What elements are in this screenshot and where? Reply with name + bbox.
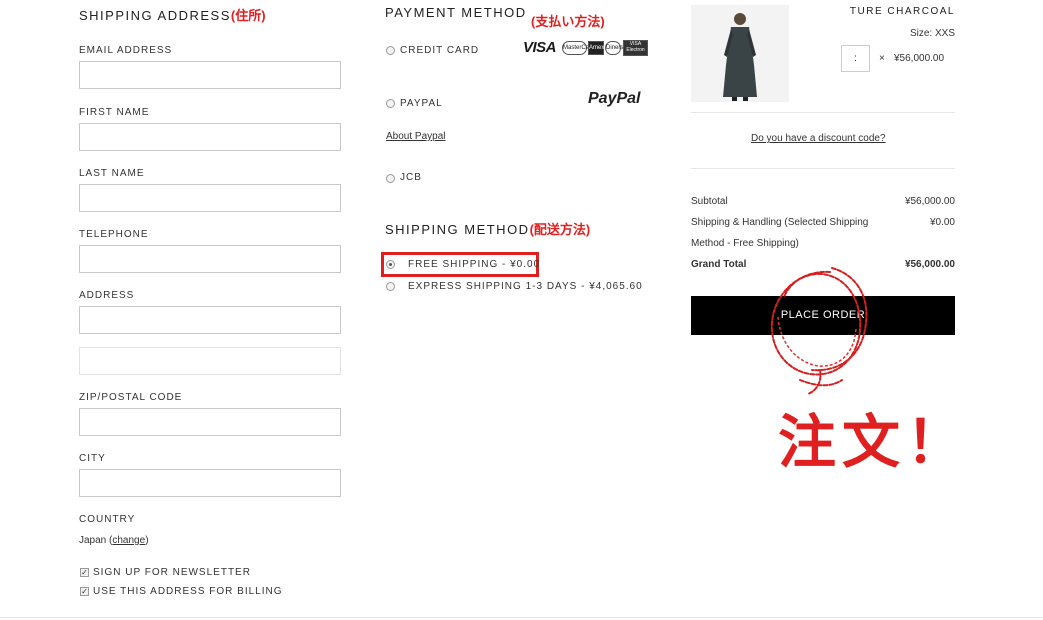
- shipping-method-title: SHIPPING METHOD(配送方法): [385, 219, 590, 238]
- payment-method-annotation: (支払い方法): [531, 14, 605, 29]
- last-name-input[interactable]: [80, 185, 340, 211]
- scribble-circle-annotation: [770, 267, 868, 395]
- about-paypal-link[interactable]: About Paypal: [386, 131, 446, 142]
- shipping-address-title: SHIPPING ADDRESS(住所): [79, 5, 266, 24]
- product-price: ¥56,000.00: [894, 53, 945, 64]
- last-name-label: LAST NAME: [79, 168, 145, 179]
- subtotal-label: Subtotal: [691, 196, 728, 207]
- zip-field[interactable]: [79, 408, 341, 436]
- free-shipping-label: FREE SHIPPING - ¥0.00: [408, 259, 541, 270]
- city-label: CITY: [79, 453, 106, 464]
- last-name-field[interactable]: [79, 184, 341, 212]
- shipping-method-title-text: SHIPPING METHOD: [385, 222, 530, 237]
- address-line2-input[interactable]: [80, 348, 340, 374]
- visa-electron-logo: VISA Electron: [623, 40, 648, 56]
- product-size: Size: XXS: [909, 28, 955, 39]
- telephone-input[interactable]: [80, 246, 340, 272]
- visa-logo: VISA: [523, 39, 557, 56]
- paypal-logo: PayPal: [588, 90, 641, 107]
- shipping-method-annotation: (配送方法): [529, 222, 591, 237]
- newsletter-label: SIGN UP FOR NEWSLETTER: [93, 567, 251, 578]
- city-input[interactable]: [80, 470, 340, 496]
- first-name-field[interactable]: [79, 123, 341, 151]
- amex-logo: Amex: [588, 41, 604, 55]
- credit-card-label: CREDIT CARD: [400, 45, 480, 56]
- free-shipping-radio[interactable]: [386, 260, 395, 269]
- product-image: [691, 5, 789, 102]
- address-line1-input[interactable]: [80, 307, 340, 333]
- address-line1-field[interactable]: [79, 306, 341, 334]
- change-close-paren: ): [145, 535, 149, 546]
- diners-logo: Diners: [605, 41, 623, 55]
- discount-code-link[interactable]: Do you have a discount code?: [751, 133, 886, 144]
- city-field[interactable]: [79, 469, 341, 497]
- telephone-label: TELEPHONE: [79, 229, 149, 240]
- shipping-address-title-text: SHIPPING ADDRESS: [79, 8, 231, 23]
- express-shipping-radio[interactable]: [386, 282, 395, 291]
- change-country-link[interactable]: change: [112, 535, 145, 546]
- newsletter-checkbox[interactable]: ✓: [80, 568, 89, 577]
- mastercard-logo: MasterCard: [562, 41, 594, 55]
- times-sign: ×: [879, 53, 885, 64]
- billing-label: USE THIS ADDRESS FOR BILLING: [93, 586, 283, 597]
- footer-divider: [0, 617, 1043, 618]
- shipping-handling-label-line2: Method - Free Shipping): [691, 238, 799, 249]
- order-annotation: 注文！: [778, 410, 971, 475]
- email-label: EMAIL ADDRESS: [79, 45, 173, 56]
- summary-divider-1: [691, 112, 955, 113]
- grand-total-value: ¥56,000.00: [904, 259, 955, 270]
- billing-checkbox[interactable]: ✓: [80, 587, 89, 596]
- shipping-address-annotation: (住所): [230, 8, 266, 23]
- shipping-handling-label-line1: Shipping & Handling (Selected Shipping: [691, 217, 869, 228]
- address-line2-field[interactable]: [79, 347, 341, 375]
- shipping-handling-value: ¥0.00: [929, 217, 955, 228]
- express-shipping-label: EXPRESS SHIPPING 1-3 DAYS - ¥4,065.60: [408, 281, 643, 292]
- payment-method-title: PAYMENT METHOD: [385, 5, 527, 20]
- paypal-radio[interactable]: [386, 99, 395, 108]
- zip-input[interactable]: [80, 409, 340, 435]
- email-input[interactable]: [80, 62, 340, 88]
- product-name: TURE CHARCOAL: [849, 6, 955, 17]
- first-name-label: FIRST NAME: [79, 107, 150, 118]
- address-label: ADDRESS: [79, 290, 135, 301]
- zip-label: ZIP/POSTAL CODE: [79, 392, 183, 403]
- jcb-radio[interactable]: [386, 174, 395, 183]
- subtotal-value: ¥56,000.00: [904, 196, 955, 207]
- country-value: Japan: [79, 535, 107, 546]
- jcb-label: JCB: [400, 172, 422, 183]
- first-name-input[interactable]: [80, 124, 340, 150]
- summary-divider-2: [691, 168, 955, 169]
- country-label: COUNTRY: [79, 514, 136, 525]
- grand-total-label: Grand Total: [691, 259, 747, 270]
- telephone-field[interactable]: [79, 245, 341, 273]
- email-field[interactable]: [79, 61, 341, 89]
- product-coat-image: [691, 5, 789, 102]
- quantity-input[interactable]: :: [841, 45, 870, 72]
- country-value-row: Japan (change): [79, 535, 149, 546]
- paypal-label: PAYPAL: [400, 98, 443, 109]
- credit-card-radio[interactable]: [386, 46, 395, 55]
